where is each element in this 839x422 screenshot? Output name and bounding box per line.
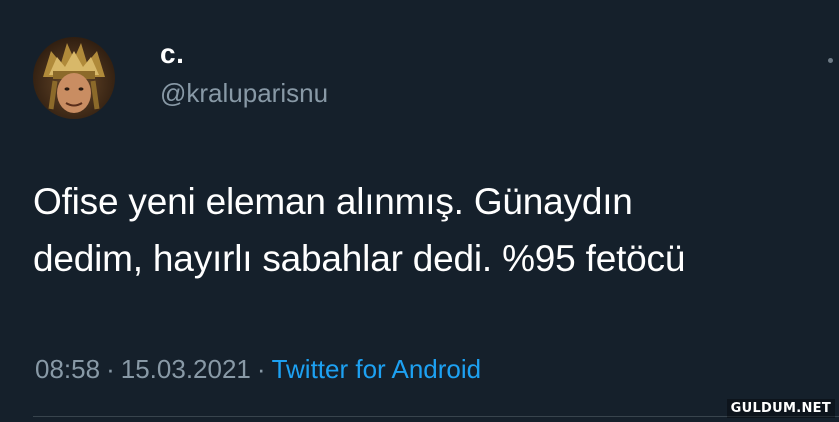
divider [33,416,839,417]
tweet-text: Ofise yeni eleman alınmış. Günaydın dedi… [33,173,833,287]
avatar-image [33,37,115,119]
tweet-text-line-1: Ofise yeni eleman alınmış. Günaydın [33,181,633,222]
watermark: GULDUM.NET [726,399,835,418]
user-handle[interactable]: @kraluparisnu [160,78,328,109]
tweet-meta: 08:58 · 15.03.2021 · Twitter for Android [35,354,481,385]
tweet-date[interactable]: 15.03.2021 [121,354,251,384]
meta-separator: · [106,354,115,384]
tweet-source-link[interactable]: Twitter for Android [272,354,482,384]
meta-separator: · [256,354,266,384]
avatar[interactable] [33,37,115,119]
more-options-icon[interactable] [828,58,833,63]
tweet-text-line-2: dedim, hayırlı sabahlar dedi. %95 fetöcü [33,238,686,279]
tweet-card: c. @kraluparisnu Ofise yeni eleman alınm… [0,0,839,422]
tweet-time[interactable]: 08:58 [35,354,100,384]
display-name[interactable]: c. [160,38,184,70]
